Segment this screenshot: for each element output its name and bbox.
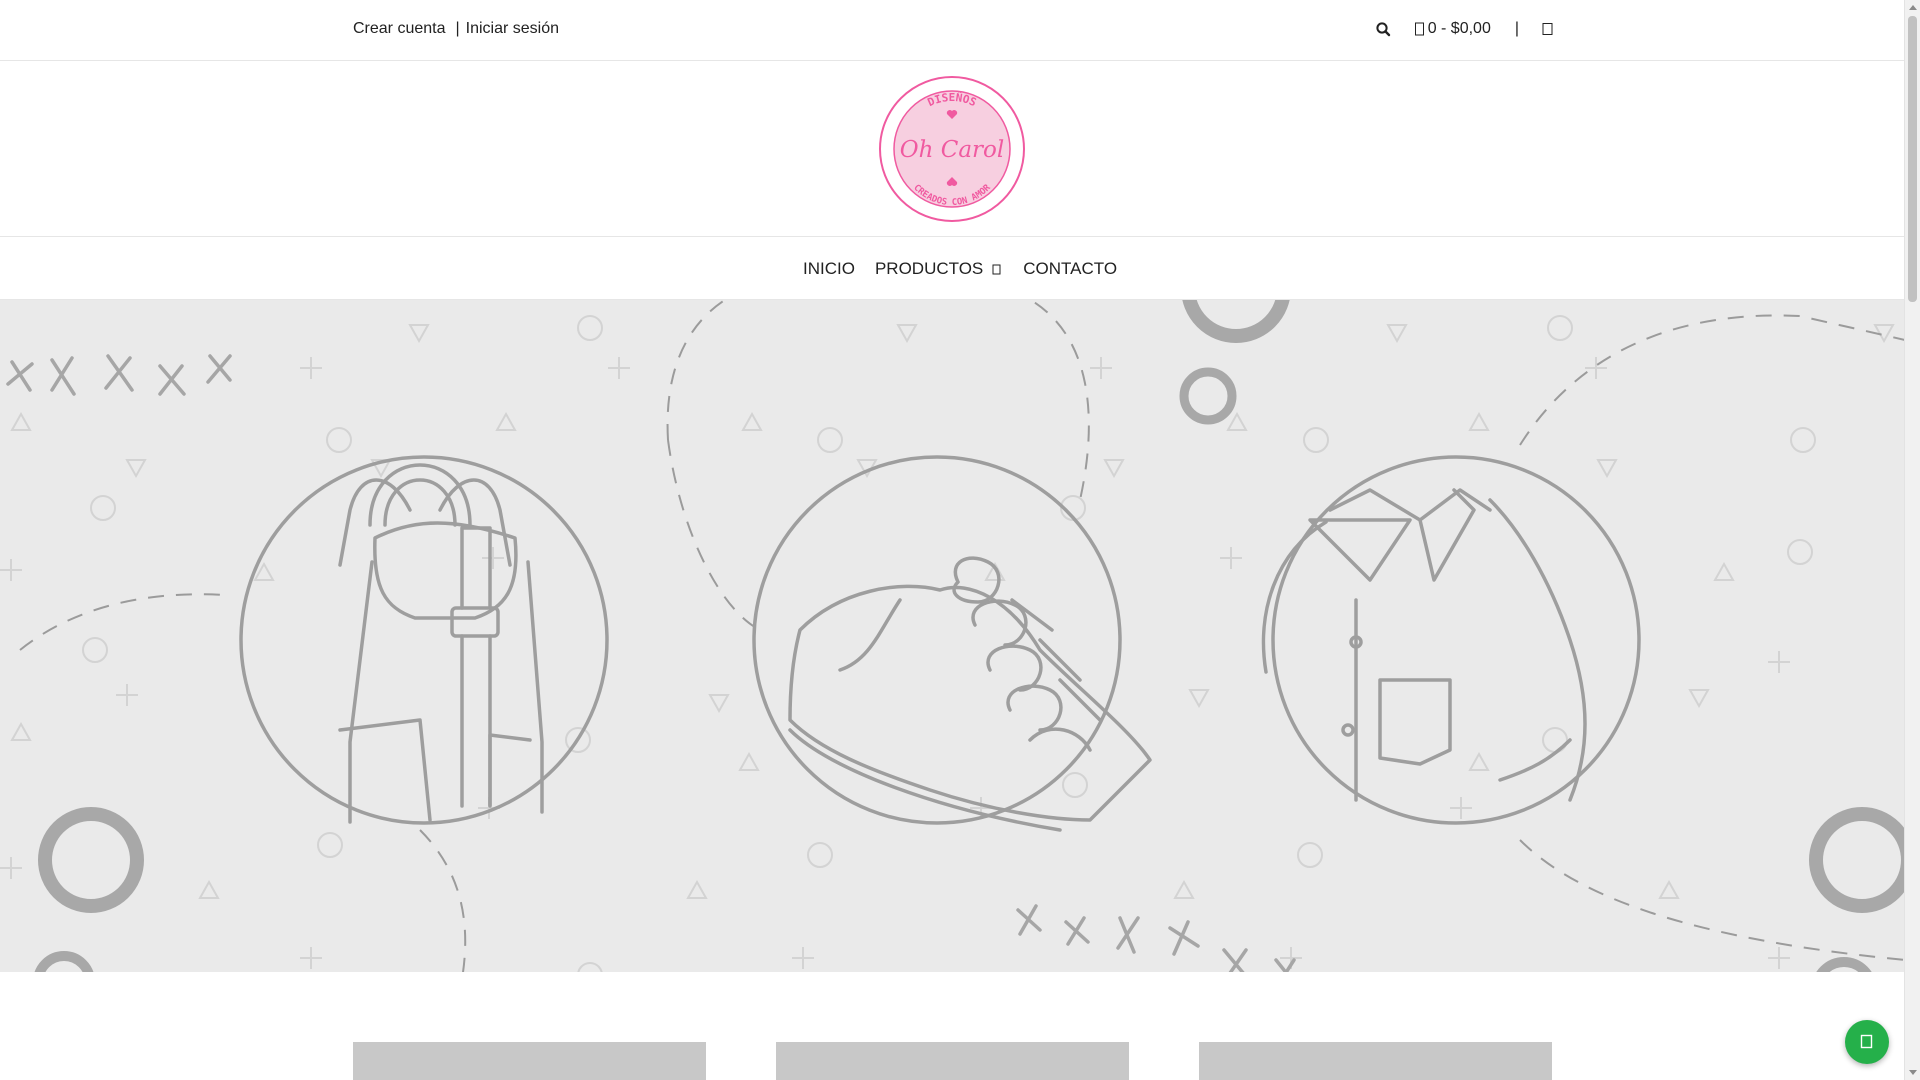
- nav-item-label: PRODUCTOS: [874, 259, 984, 278]
- whatsapp-button[interactable]: [1845, 1020, 1889, 1064]
- whatsapp-icon: [1860, 1034, 1873, 1049]
- header-tools: 0 - $0,00 |: [1375, 20, 1555, 38]
- hero-dashed-arcs: [19, 300, 1905, 972]
- sneaker-icon: [752, 455, 1152, 832]
- login-link[interactable]: Iniciar sesión: [466, 20, 559, 37]
- nav-item-inicio[interactable]: INICIO: [803, 259, 855, 279]
- account-separator: |: [455, 20, 460, 37]
- shirt-icon: [1261, 455, 1641, 825]
- search-icon[interactable]: [1375, 21, 1393, 39]
- hero-rings: [34, 300, 1905, 972]
- main-navigation: INICIO PRODUCTOS CONTACTO: [0, 237, 1905, 300]
- product-card-placeholder[interactable]: [1199, 1042, 1552, 1080]
- user-icon[interactable]: [1541, 22, 1555, 36]
- account-links: Crear cuenta | Iniciar sesión: [353, 20, 559, 38]
- scrollbar-thumb[interactable]: [1908, 16, 1917, 302]
- cart-button[interactable]: 0 - $0,00: [1414, 20, 1491, 38]
- hero-banner[interactable]: [0, 300, 1905, 972]
- hero-illustration: [0, 300, 1905, 972]
- logo-script-text: Oh Carol: [900, 137, 1005, 163]
- cart-icon: [1414, 22, 1424, 36]
- chevron-down-icon: [992, 264, 1001, 275]
- product-card-placeholder[interactable]: [776, 1042, 1129, 1080]
- tools-separator: |: [1514, 20, 1519, 37]
- page-scrollbar[interactable]: [1904, 0, 1920, 1080]
- product-card-placeholder[interactable]: [353, 1042, 706, 1080]
- top-utility-bar: Crear cuenta | Iniciar sesión 0 - $0,00 |: [0, 0, 1905, 61]
- scroll-down-arrow[interactable]: [1909, 1070, 1917, 1075]
- nav-item-label: CONTACTO: [1023, 259, 1118, 278]
- hero-x-marks: [6, 354, 1296, 972]
- logo-area: DISEÑOS Oh Carol CREADOS CON AMOR: [0, 61, 1905, 237]
- nav-item-label: INICIO: [803, 259, 855, 278]
- nav-item-productos[interactable]: PRODUCTOS: [875, 259, 1003, 279]
- backpack-icon: [239, 455, 609, 825]
- nav-item-contacto[interactable]: CONTACTO: [1023, 259, 1117, 279]
- cart-summary: 0 - $0,00: [1427, 20, 1491, 37]
- create-account-link[interactable]: Crear cuenta: [353, 20, 446, 37]
- scroll-up-arrow[interactable]: [1909, 5, 1917, 10]
- hero-pattern: [0, 315, 1895, 972]
- brand-logo[interactable]: DISEÑOS Oh Carol CREADOS CON AMOR: [878, 75, 1026, 223]
